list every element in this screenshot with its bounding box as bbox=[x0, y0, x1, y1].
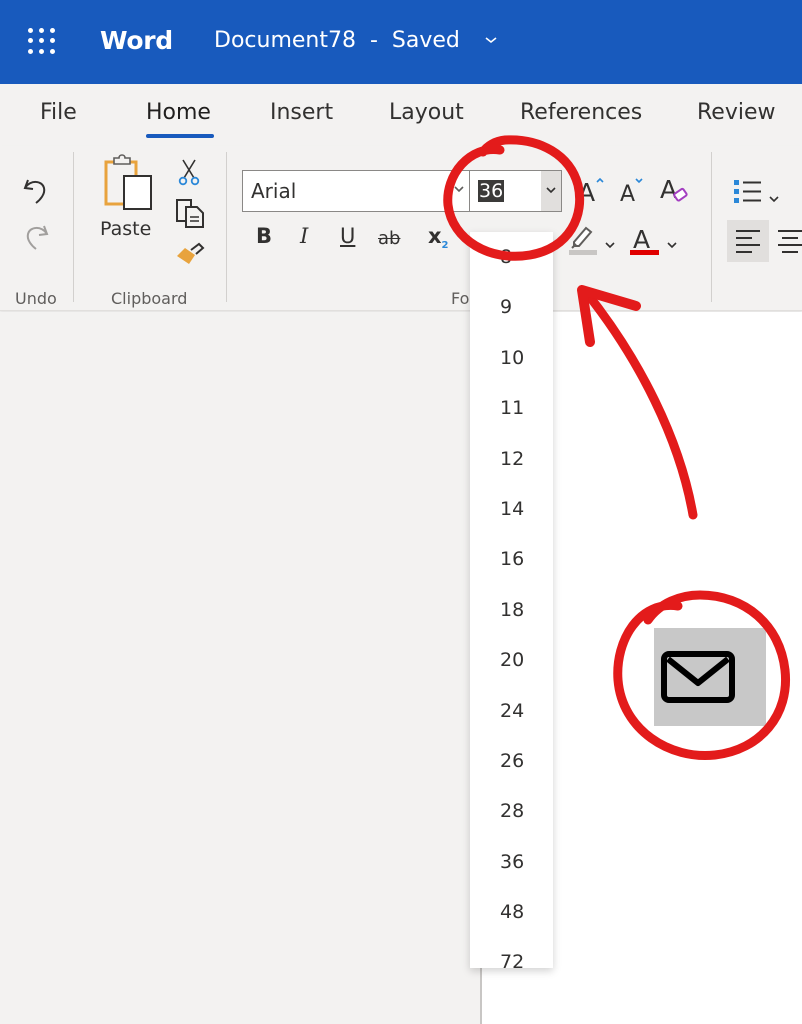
font-size-option[interactable]: 11 bbox=[470, 383, 553, 433]
font-name-value[interactable]: Arial bbox=[251, 179, 296, 203]
paste-button-label[interactable]: Paste bbox=[100, 218, 151, 240]
ribbon: Undo Paste Clipboard Arial 36 B I U ab x… bbox=[0, 146, 802, 311]
font-size-option[interactable]: 28 bbox=[470, 786, 553, 836]
font-size-option[interactable]: 20 bbox=[470, 635, 553, 685]
chevron-down-icon[interactable] bbox=[768, 188, 780, 207]
group-label-clipboard: Clipboard bbox=[111, 289, 188, 308]
italic-button[interactable]: I bbox=[300, 224, 308, 248]
waffle-grid-icon[interactable] bbox=[28, 28, 56, 54]
format-painter-icon[interactable] bbox=[175, 242, 205, 272]
svg-text:A: A bbox=[660, 175, 677, 204]
subscript-button[interactable]: x2 bbox=[428, 224, 449, 251]
font-name-combobox[interactable]: Arial bbox=[242, 170, 470, 212]
group-divider bbox=[73, 152, 74, 302]
font-size-option[interactable]: 18 bbox=[470, 585, 553, 635]
bold-button[interactable]: B bbox=[256, 224, 272, 248]
tab-review[interactable]: Review bbox=[697, 100, 776, 125]
active-tab-indicator bbox=[146, 134, 214, 138]
svg-text:A: A bbox=[578, 178, 595, 204]
tab-insert[interactable]: Insert bbox=[270, 100, 333, 125]
ribbon-tabs: File Home Insert Layout References Revie… bbox=[0, 84, 802, 146]
font-size-option[interactable]: 12 bbox=[470, 434, 553, 484]
tab-home[interactable]: Home bbox=[146, 100, 211, 125]
font-size-option[interactable]: 14 bbox=[470, 484, 553, 534]
group-divider bbox=[711, 152, 712, 302]
strikethrough-button[interactable]: ab bbox=[378, 228, 400, 249]
font-size-dropdown-list: 8 9 10 11 12 14 16 18 20 24 26 28 36 48 … bbox=[470, 232, 553, 973]
bullet-list-icon[interactable] bbox=[733, 178, 763, 210]
chevron-down-icon[interactable] bbox=[666, 234, 678, 253]
font-size-dropdown-button[interactable] bbox=[541, 171, 561, 211]
grow-font-icon[interactable]: A bbox=[578, 176, 608, 208]
font-size-option[interactable]: 16 bbox=[470, 534, 553, 584]
cut-icon[interactable] bbox=[177, 158, 201, 190]
chevron-down-icon[interactable] bbox=[453, 181, 465, 197]
svg-text:A: A bbox=[633, 225, 650, 254]
mail-icon bbox=[661, 651, 735, 703]
font-size-option[interactable]: 72 bbox=[470, 937, 553, 987]
tab-layout[interactable]: Layout bbox=[389, 100, 464, 125]
app-name[interactable]: Word bbox=[100, 26, 173, 55]
font-size-option[interactable]: 9 bbox=[470, 282, 553, 332]
font-size-value[interactable]: 36 bbox=[478, 180, 505, 202]
font-size-combobox[interactable]: 36 bbox=[470, 170, 562, 212]
mail-button[interactable] bbox=[654, 628, 766, 726]
title-bar: Word Document78 - Saved bbox=[0, 0, 802, 84]
subscript-x: x bbox=[428, 224, 442, 248]
subscript-2: 2 bbox=[441, 240, 449, 252]
undo-icon[interactable] bbox=[22, 176, 50, 210]
font-size-option[interactable]: 48 bbox=[470, 887, 553, 937]
align-left-icon bbox=[736, 230, 760, 253]
font-size-option[interactable]: 24 bbox=[470, 686, 553, 736]
underline-button[interactable]: U bbox=[340, 224, 355, 248]
tab-references[interactable]: References bbox=[520, 100, 642, 125]
font-size-option[interactable]: 10 bbox=[470, 333, 553, 383]
font-size-option[interactable]: 26 bbox=[470, 736, 553, 786]
highlight-icon[interactable] bbox=[568, 224, 600, 260]
redo-icon[interactable] bbox=[22, 222, 50, 256]
font-size-option[interactable]: 8 bbox=[470, 232, 553, 282]
group-label-font: Fo bbox=[451, 289, 470, 308]
group-divider bbox=[226, 152, 227, 302]
shrink-font-icon[interactable]: A bbox=[620, 176, 650, 208]
group-label-undo: Undo bbox=[15, 289, 57, 308]
chevron-down-icon bbox=[546, 187, 556, 194]
font-color-icon[interactable]: A bbox=[630, 224, 660, 260]
chevron-down-icon[interactable] bbox=[484, 30, 498, 49]
font-size-option[interactable]: 36 bbox=[470, 837, 553, 887]
align-center-icon[interactable] bbox=[776, 220, 802, 266]
svg-text:A: A bbox=[620, 182, 635, 204]
clear-formatting-icon[interactable]: A bbox=[660, 174, 692, 210]
chevron-down-icon[interactable] bbox=[604, 234, 616, 253]
paste-icon[interactable] bbox=[102, 154, 156, 216]
tab-file[interactable]: File bbox=[40, 100, 77, 125]
align-left-button[interactable] bbox=[727, 220, 769, 262]
copy-icon[interactable] bbox=[175, 198, 205, 232]
document-title[interactable]: Document78 - Saved bbox=[214, 28, 460, 53]
